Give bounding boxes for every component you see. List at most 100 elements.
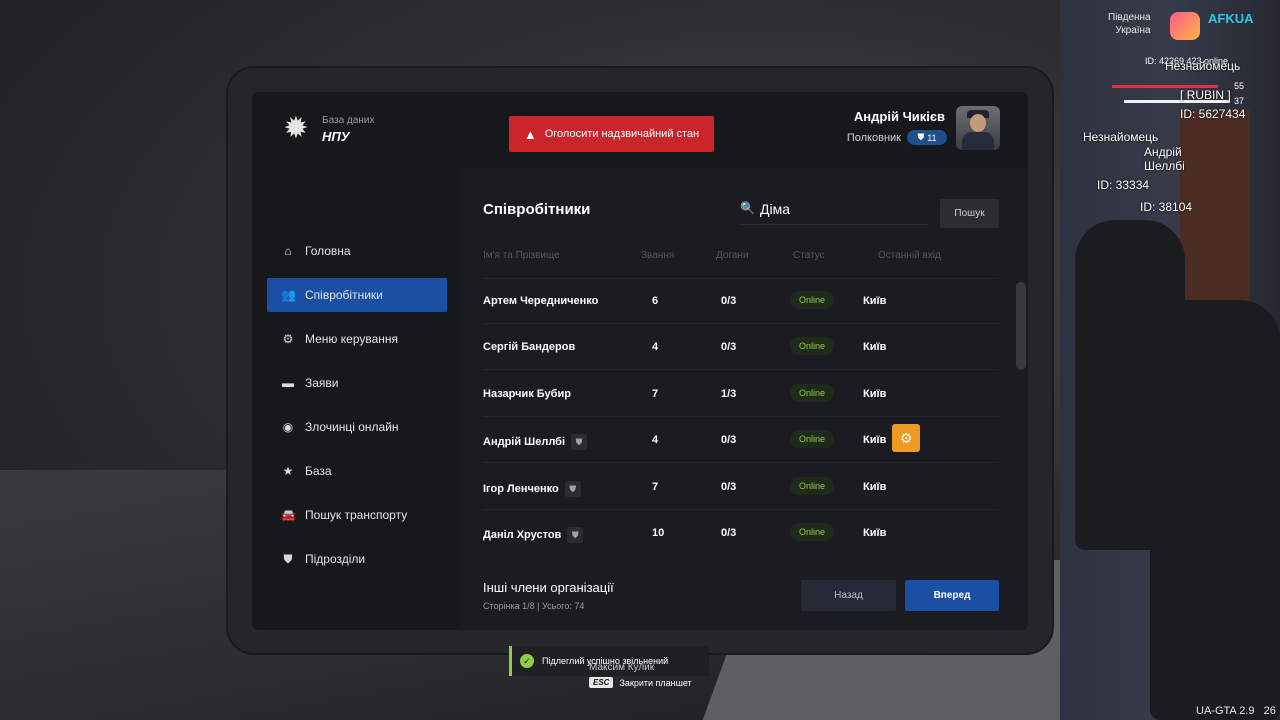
column-header-name: Ім'я та Прізвище [483,250,560,261]
tablet-screen: ✹ База даних НПУ ▲ Оголосити надзвичайни… [252,92,1028,630]
shield-icon: ⛊ [571,434,588,450]
sidebar-item-label: Меню керування [305,332,399,346]
search-icon: 🔍 [740,201,755,215]
afk-logo: AFKUA [1208,11,1254,26]
prev-page-button[interactable]: Назад [801,580,896,611]
employee-name-text: Ігор Ленченко [483,482,559,495]
home-icon: ⌂ [284,244,292,258]
employee-reprimands: 0/3 [721,481,737,493]
table-row[interactable]: Артем Чередниченко 6 0/3 Online Київ [483,278,999,324]
column-header-reprimands: Догани [716,250,749,261]
status-badge: Online [790,523,834,541]
gear-icon: ⚙ [282,332,294,346]
notification-subname: Максим Кулик [589,662,655,673]
status-badge: Online [790,477,834,495]
search-input[interactable] [760,199,920,219]
manage-employee-button[interactable]: ⚙ [892,424,920,452]
police-star-icon: ✹ [283,112,309,145]
other-members-title: Інші члени організації [483,580,614,595]
employee-rank: 6 [652,295,659,307]
sidebar-item-control-menu[interactable]: ⚙ Меню керування [267,322,447,356]
sidebar-item-label: Співробітники [305,288,383,302]
employee-name: Андрій Шеллбі ⛊ [483,434,588,450]
page-title: Співробітники [483,201,591,218]
shield-icon: ⛊ [283,551,293,566]
employee-rank: 4 [652,341,659,353]
employee-name: Ігор Ленченко ⛊ [483,481,581,497]
employee-reprimands: 0/3 [721,295,737,307]
employee-name: Назарчик Бубир [483,388,571,400]
next-page-button[interactable]: Вперед [905,580,999,611]
employee-rank: 7 [652,481,659,493]
game-character-officer [1150,300,1280,720]
game-background-pillar [1180,110,1250,330]
employee-last-login: Київ [863,481,887,493]
shield-icon: ⛊ [564,481,581,497]
sidebar-item-vehicle-search[interactable]: 🚘 Пошук транспорту [267,498,447,532]
criminal-icon: ◉ [282,420,294,434]
pagination-info: Сторінка 1/8 | Усього: 74 [483,601,585,611]
fps-counter: 26 [1263,705,1276,717]
employee-last-login: Київ [863,295,887,307]
version-text: UA-GTA 2.9 [1196,705,1255,717]
search-box: 🔍 [740,193,928,225]
close-tablet-hint[interactable]: ESC Закрити планшет [589,677,692,688]
employee-reprimands: 0/3 [721,341,737,353]
table-row[interactable]: Назарчик Бубир 7 1/3 Online Київ [483,371,999,417]
sidebar-item-label: Заяви [305,376,339,390]
employee-rank: 7 [652,388,659,400]
folder-icon: ▬ [282,376,294,390]
health-value: 55 [1234,81,1245,91]
employee-name: Сергій Бандеров [483,341,576,353]
employee-last-login: Київ [863,527,887,539]
player-label: Незнайомець [1165,59,1241,73]
emergency-button-label: Оголосити надзвичайний стан [544,128,700,140]
table-row[interactable]: Ігор Ленченко ⛊ 7 0/3 Online Київ [483,464,999,510]
game-version: UA-GTA 2.9 26 [1196,705,1276,717]
employee-last-login: Київ [863,434,887,446]
sidebar-item-label: Пошук транспорту [305,508,408,522]
employee-reprimands: 0/3 [721,434,737,446]
employee-name: Артем Чередниченко [483,295,599,307]
employee-reprimands: 0/3 [721,527,737,539]
sidebar-item-base[interactable]: ★ База [267,454,447,488]
player-tag: [ RUBIN ] [1180,88,1231,102]
sidebar-item-employees[interactable]: 👥 Співробітники [267,278,447,312]
search-button[interactable]: Пошук [940,199,999,228]
sidebar-item-units[interactable]: ⛊ Підрозділи [267,542,447,576]
user-name: Андрій Чикієв [853,109,945,124]
employee-rank: 4 [652,434,659,446]
server-name-line1: Південна [1108,12,1151,23]
table-row[interactable]: Даніл Хрустов ⛊ 10 0/3 Online Київ [483,510,999,556]
employee-rank: 10 [652,527,665,539]
status-badge: Online [790,291,834,309]
nearby-player-surname: Шеллбі [1144,159,1185,173]
users-icon: 👥 [281,288,296,302]
rank-level: 11 [927,132,937,143]
emergency-button[interactable]: ▲ Оголосити надзвичайний стан [509,116,714,152]
check-icon: ✓ [520,654,534,668]
server-logo-icon [1170,12,1200,40]
shield-icon: ⛊ [917,132,925,142]
table-row[interactable]: Сергій Бандеров 4 0/3 Online Київ [483,324,999,370]
armor-value: 37 [1234,96,1245,106]
sidebar-item-home[interactable]: ⌂ Головна [267,234,447,268]
employee-name-text: Андрій Шеллбі [483,435,566,448]
avatar[interactable] [956,106,1000,150]
shield-icon: ⛊ [567,527,584,543]
table-row[interactable]: Андрій Шеллбі ⛊ 4 0/3 Online Київ ⚙ [483,417,999,463]
nearby-player-label: Незнайомець [1083,130,1159,144]
sidebar-item-criminals-online[interactable]: ◉ Злочинці онлайн [267,410,447,444]
warning-icon: ▲ [523,126,537,142]
car-icon: 🚘 [281,508,296,522]
sidebar-item-applications[interactable]: ▬ Заяви [267,366,447,400]
sidebar: ⌂ Головна 👥 Співробітники ⚙ Меню керуван… [252,168,460,630]
sidebar-item-label: Головна [305,244,351,258]
player-tag-id: ID: 5627434 [1180,107,1246,121]
status-badge: Online [790,430,834,448]
sidebar-item-label: Злочинці онлайн [305,420,399,434]
status-badge: Online [790,384,834,402]
header-bar: ✹ База даних НПУ ▲ Оголосити надзвичайни… [252,92,1028,168]
column-header-last-login: Останній вхід [878,250,941,261]
scrollbar[interactable] [1016,282,1026,370]
